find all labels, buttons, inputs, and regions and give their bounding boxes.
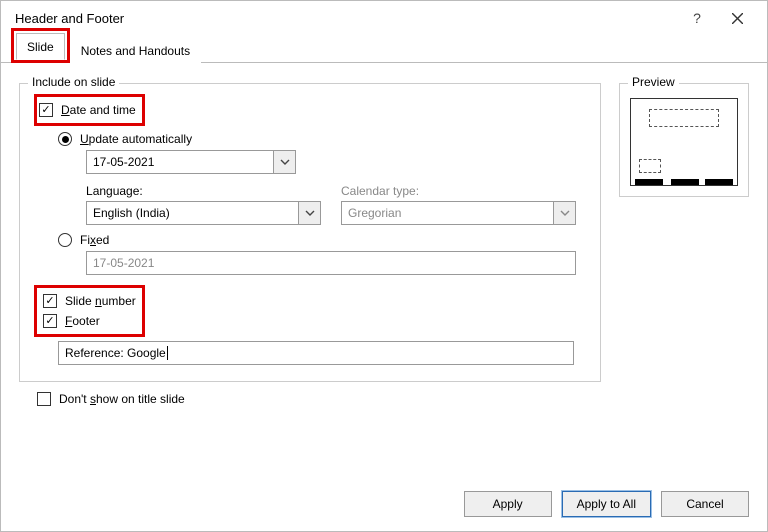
- close-button[interactable]: [717, 3, 757, 33]
- dialog-buttons: Apply Apply to All Cancel: [464, 491, 749, 517]
- help-button[interactable]: ?: [677, 3, 717, 33]
- language-combo[interactable]: English (India): [86, 201, 321, 225]
- chevron-down-icon: [298, 202, 320, 224]
- calendar-type-combo: Gregorian: [341, 201, 576, 225]
- apply-button[interactable]: Apply: [464, 491, 552, 517]
- footer-text-value: Reference: Google: [65, 346, 166, 360]
- datetime-label: Date and time: [61, 103, 136, 117]
- tabs: Slide Notes and Handouts: [1, 35, 767, 63]
- cancel-button[interactable]: Cancel: [661, 491, 749, 517]
- fixed-label: Fixed: [80, 233, 109, 247]
- preview-group: Preview: [619, 83, 749, 197]
- fixed-radio[interactable]: [58, 233, 72, 247]
- text-cursor: [167, 346, 168, 360]
- language-label: Language:: [86, 184, 321, 198]
- apply-to-all-button[interactable]: Apply to All: [562, 491, 651, 517]
- fixed-date-value: 17-05-2021: [93, 256, 154, 270]
- include-on-slide-group: Include on slide Date and time Update au…: [19, 83, 601, 382]
- titlebar: Header and Footer ?: [1, 1, 767, 35]
- slidenum-marker: [705, 179, 733, 185]
- date-format-combo[interactable]: 17-05-2021: [86, 150, 296, 174]
- subtitle-placeholder: [639, 159, 661, 173]
- update-auto-label: Update automatically: [80, 132, 192, 146]
- footer-label: Footer: [65, 314, 100, 328]
- slide-preview: [630, 98, 738, 186]
- header-footer-dialog: Header and Footer ? Slide Notes and Hand…: [0, 0, 768, 532]
- datetime-marker: [635, 179, 663, 185]
- slide-number-label: Slide number: [65, 294, 136, 308]
- fixed-date-field: 17-05-2021: [86, 251, 576, 275]
- preview-label: Preview: [628, 75, 679, 89]
- calendar-type-label: Calendar type:: [341, 184, 576, 198]
- tab-notes-handouts[interactable]: Notes and Handouts: [70, 37, 201, 63]
- calendar-type-value: Gregorian: [348, 206, 401, 220]
- chevron-down-icon: [553, 202, 575, 224]
- footer-marker: [671, 179, 699, 185]
- group-legend: Include on slide: [28, 75, 119, 89]
- chevron-down-icon: [273, 151, 295, 173]
- tab-slide[interactable]: Slide: [16, 33, 65, 60]
- slide-number-checkbox[interactable]: [43, 294, 57, 308]
- title-placeholder: [649, 109, 719, 127]
- footer-text-field[interactable]: Reference: Google: [58, 341, 574, 365]
- footer-checkbox[interactable]: [43, 314, 57, 328]
- update-auto-radio[interactable]: [58, 132, 72, 146]
- datetime-checkbox[interactable]: [39, 103, 53, 117]
- date-format-value: 17-05-2021: [93, 155, 154, 169]
- dialog-title: Header and Footer: [15, 11, 677, 26]
- language-value: English (India): [93, 206, 170, 220]
- hide-on-title-checkbox[interactable]: [37, 392, 51, 406]
- hide-on-title-label: Don't show on title slide: [59, 392, 185, 406]
